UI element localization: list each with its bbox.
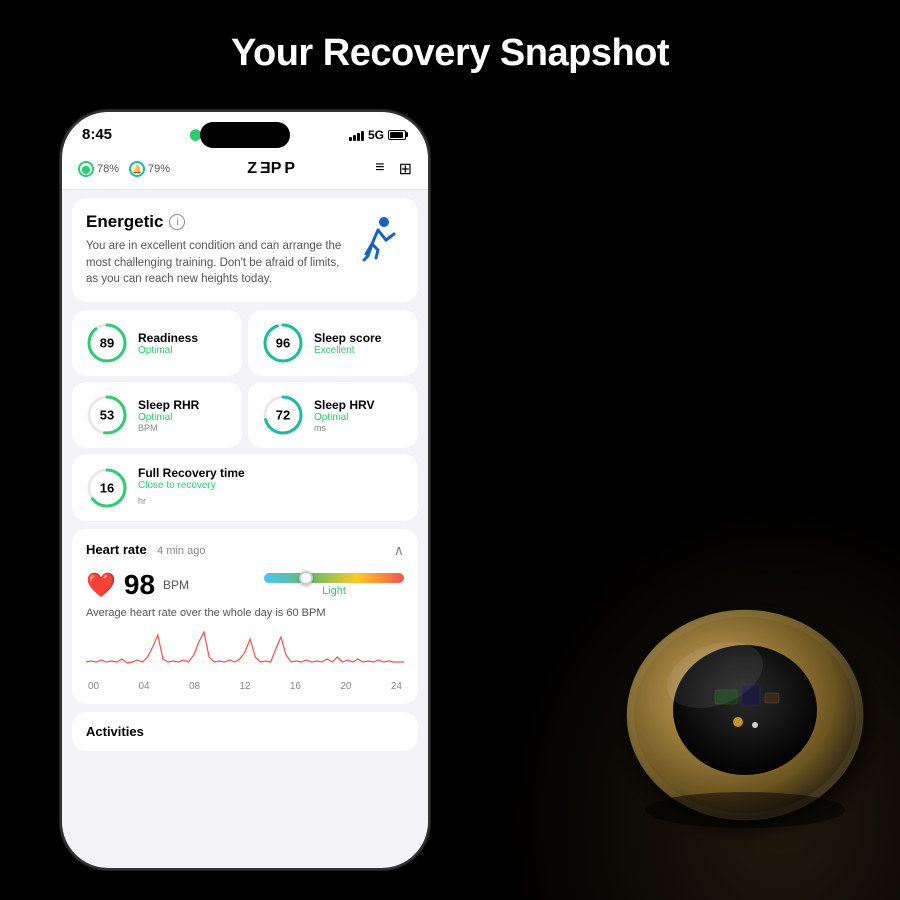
heart-rate-header: Heart rate 4 min ago ∧ <box>86 541 404 559</box>
recovery-card[interactable]: 16 Full Recovery time Close to recovery … <box>72 454 418 521</box>
sleep-score-circle: 96 <box>262 322 304 364</box>
sleep-rhr-info: Sleep RHR Optimal BPM <box>138 398 199 433</box>
heart-chart <box>86 627 404 677</box>
color-bar-dot <box>299 571 313 585</box>
sleep-hrv-circle: 72 <box>262 394 304 436</box>
heart-bpm-row: ❤️ 98 BPM Light <box>86 569 404 601</box>
indicator-1: ⬤ 78% <box>78 161 119 177</box>
activities-section[interactable]: Activities <box>72 712 418 751</box>
status-right: 5G <box>349 128 408 142</box>
metric-card-sleep-score[interactable]: 96 Sleep score Excellent <box>248 310 418 376</box>
heart-bpm: ❤️ 98 BPM <box>86 569 189 601</box>
energetic-text: Energetic i You are in excellent conditi… <box>86 212 342 288</box>
sleep-rhr-circle: 53 <box>86 394 128 436</box>
sleep-hrv-info: Sleep HRV Optimal ms <box>314 398 374 433</box>
page-title: Your Recovery Snapshot <box>0 0 900 75</box>
phone-frame: 8:45 ⬤ 78% 🔔 79% <box>60 110 430 870</box>
nav-icons[interactable]: ≡ ⊞ <box>375 159 412 179</box>
ring-container <box>600 560 880 840</box>
metric-card-sleep-hrv[interactable]: 72 Sleep HRV Optimal ms <box>248 382 418 448</box>
activities-title: Activities <box>86 724 404 739</box>
energetic-title: Energetic i <box>86 212 342 232</box>
energetic-desc: You are in excellent condition and can a… <box>86 238 342 288</box>
heart-zone-bar: Light <box>264 573 404 597</box>
phone-mockup: 8:45 ⬤ 78% 🔔 79% <box>60 110 430 870</box>
readiness-circle: 89 <box>86 322 128 364</box>
recovery-value: 16 <box>100 480 114 495</box>
heart-rate-section[interactable]: Heart rate 4 min ago ∧ ❤️ 98 BPM <box>72 529 418 704</box>
sleep-hrv-value: 72 <box>276 408 290 423</box>
signal-icon <box>349 129 364 141</box>
chevron-up-icon[interactable]: ∧ <box>394 542 404 559</box>
status-time: 8:45 <box>82 126 112 143</box>
recovery-circle: 16 <box>86 467 128 509</box>
phone-screen: 8:45 ⬤ 78% 🔔 79% <box>62 112 428 868</box>
battery-icon <box>388 130 408 140</box>
content-area[interactable]: Energetic i You are in excellent conditi… <box>62 190 428 828</box>
avg-heart-text: Average heart rate over the whole day is… <box>86 607 404 619</box>
readiness-info: Readiness Optimal <box>138 331 198 356</box>
metrics-grid: 89 Readiness Optimal <box>72 310 418 448</box>
metric-card-readiness[interactable]: 89 Readiness Optimal <box>72 310 242 376</box>
heart-icon: ❤️ <box>86 571 116 600</box>
info-icon[interactable]: i <box>169 214 185 230</box>
recovery-text: Full Recovery time Close to recovery hr <box>138 466 245 509</box>
energetic-card: Energetic i You are in excellent conditi… <box>72 198 418 302</box>
sleep-rhr-value: 53 <box>100 408 114 423</box>
nav-indicators: ⬤ 78% 🔔 79% <box>78 161 170 177</box>
grid-icon[interactable]: ⊞ <box>399 159 412 179</box>
readiness-value: 89 <box>100 336 114 351</box>
dynamic-island <box>200 122 290 148</box>
color-bar <box>264 573 404 583</box>
filter-icon[interactable]: ≡ <box>375 159 384 179</box>
running-icon <box>350 212 404 266</box>
heart-rate-title-group: Heart rate 4 min ago <box>86 541 205 559</box>
network-label: 5G <box>368 128 384 142</box>
sleep-score-value: 96 <box>276 336 290 351</box>
nav-logo: ZEPP <box>247 160 298 178</box>
ring-svg <box>600 560 880 840</box>
metric-card-sleep-rhr[interactable]: 53 Sleep RHR Optimal BPM <box>72 382 242 448</box>
sleep-score-info: Sleep score Excellent <box>314 331 381 356</box>
indicator-2: 🔔 79% <box>129 161 170 177</box>
nav-bar: ⬤ 78% 🔔 79% ZEPP ≡ ⊞ <box>62 151 428 190</box>
chart-x-labels: 00 04 08 12 16 20 24 <box>86 681 404 692</box>
